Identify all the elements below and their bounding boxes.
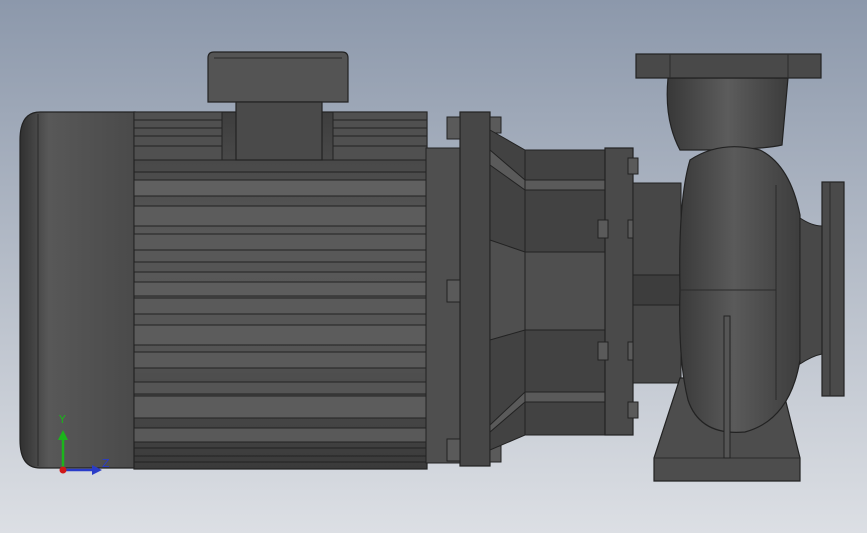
- bearing-bracket: [489, 129, 606, 451]
- triad-x-axis: [59, 466, 67, 474]
- terminal-box-lid: [207, 51, 349, 103]
- terminal-box-neck: [235, 101, 323, 161]
- volute-rib: [723, 315, 731, 459]
- motor-shaft-housing: [425, 147, 463, 464]
- suction-flange: [821, 181, 845, 397]
- suction-nozzle: [799, 217, 823, 365]
- motor-end-cap: [19, 111, 136, 469]
- casing-flange: [604, 147, 634, 436]
- triad-y-label: Y: [59, 413, 66, 426]
- discharge-flange: [635, 53, 822, 79]
- discharge-neck: [666, 77, 789, 151]
- pump-model[interactable]: [0, 0, 867, 533]
- 3d-viewport[interactable]: Y Z: [0, 0, 867, 533]
- triad-z-label: Z: [102, 457, 110, 470]
- motor-flange: [459, 111, 491, 467]
